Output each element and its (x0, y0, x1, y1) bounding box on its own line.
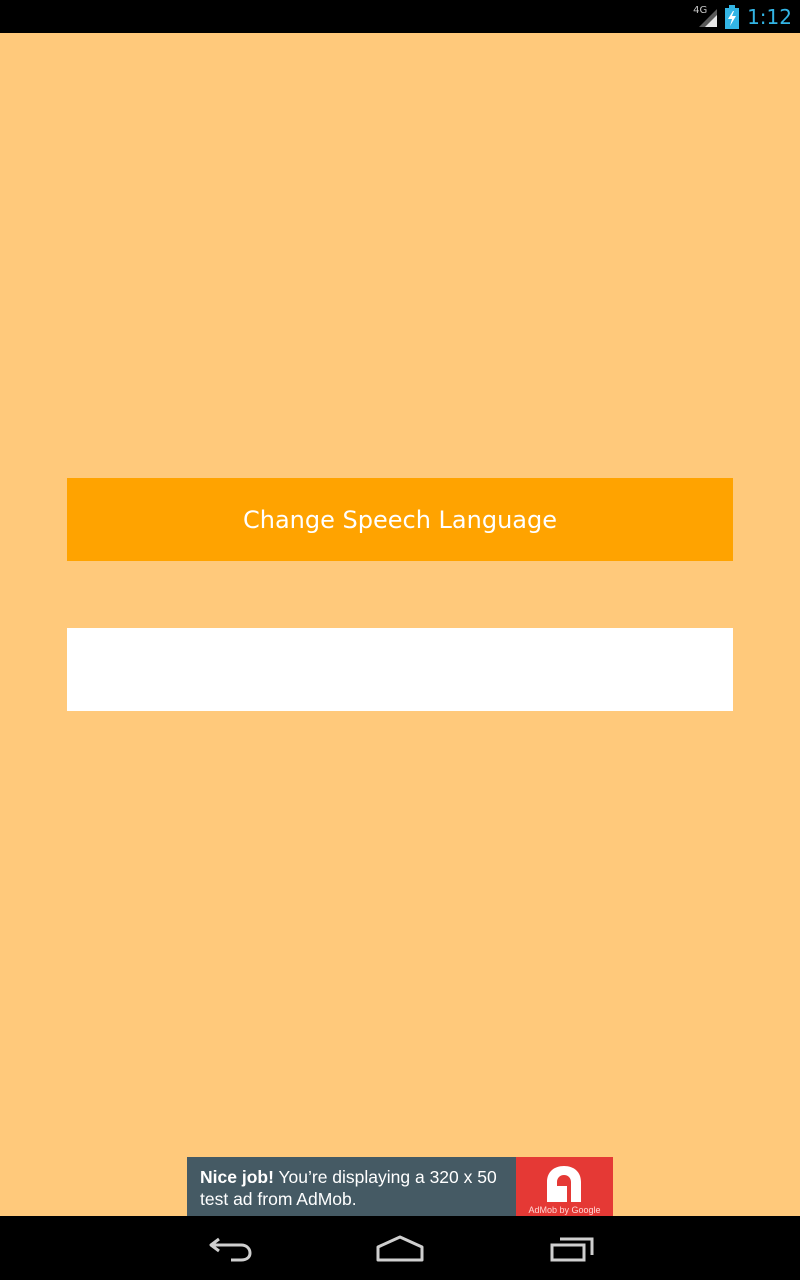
admob-logo-icon (547, 1166, 581, 1202)
change-speech-language-button[interactable]: Change Speech Language (67, 478, 733, 561)
signal-icon (699, 8, 718, 27)
ad-text: Nice job! You’re displaying a 320 x 50 t… (187, 1157, 516, 1216)
admob-logo: AdMob by Google (516, 1157, 613, 1216)
navigation-bar (0, 1216, 800, 1280)
recents-button[interactable] (541, 1230, 601, 1266)
home-button[interactable] (370, 1230, 430, 1266)
back-button[interactable] (200, 1230, 260, 1266)
admob-caption: AdMob by Google (528, 1205, 601, 1215)
battery-charging-icon (725, 4, 740, 29)
status-icons: 4G 1:12 (693, 0, 792, 33)
status-bar: 4G 1:12 (0, 0, 800, 33)
home-icon (376, 1235, 424, 1262)
speech-result-box[interactable] (67, 628, 733, 711)
ad-banner[interactable]: Nice job! You’re displaying a 320 x 50 t… (187, 1157, 613, 1216)
network-indicator: 4G (693, 5, 718, 29)
main-content: Change Speech Language (0, 33, 800, 1216)
recents-icon (550, 1237, 594, 1262)
back-icon (209, 1237, 252, 1262)
ad-bold-text: Nice job! (200, 1167, 274, 1187)
clock: 1:12 (747, 4, 792, 29)
